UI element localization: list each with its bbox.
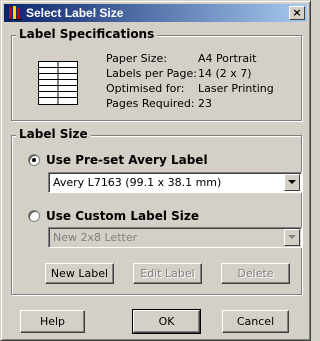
- labels-per-page-value: 14 (2 x 7): [198, 67, 252, 80]
- optimised-for-label: Optimised for:: [106, 82, 185, 95]
- edit-label-button[interactable]: Edit Label: [133, 263, 202, 284]
- ok-button[interactable]: OK: [132, 309, 201, 334]
- new-label-button[interactable]: New Label: [45, 263, 114, 284]
- avery-label-select-value: Avery L7163 (99.1 x 38.1 mm): [53, 176, 222, 189]
- custom-label-select-value: New 2x8 Letter: [53, 231, 138, 244]
- preset-avery-label[interactable]: Use Pre-set Avery Label: [46, 153, 208, 167]
- label-specifications-title: Label Specifications: [16, 27, 158, 41]
- window-title: Select Label Size: [26, 6, 124, 20]
- custom-label-select[interactable]: New 2x8 Letter: [48, 227, 302, 248]
- label-size-title: Label Size: [16, 127, 91, 141]
- title-bar[interactable]: Select Label Size ×: [4, 4, 307, 22]
- select-label-size-dialog: Select Label Size × Label Specifications…: [0, 0, 311, 341]
- chevron-down-icon[interactable]: [284, 229, 300, 246]
- optimised-for-value: Laser Printing: [198, 82, 274, 95]
- custom-size-radio[interactable]: [28, 210, 40, 222]
- labels-per-page-label: Labels per Page:: [106, 67, 198, 80]
- chevron-down-icon[interactable]: [284, 174, 300, 191]
- avery-label-select[interactable]: Avery L7163 (99.1 x 38.1 mm): [48, 172, 302, 193]
- label-specifications-group: Label Specifications Paper Size: A4 Port…: [11, 27, 302, 121]
- label-sheet-icon: [38, 61, 78, 105]
- cancel-button[interactable]: Cancel: [222, 310, 289, 333]
- help-button[interactable]: Help: [20, 310, 85, 333]
- delete-button[interactable]: Delete: [221, 263, 290, 284]
- label-size-group: Label Size Use Pre-set Avery Label Avery…: [11, 127, 302, 295]
- preset-avery-radio[interactable]: [28, 154, 40, 166]
- close-icon[interactable]: ×: [289, 6, 305, 20]
- pages-required-label: Pages Required:: [106, 97, 195, 110]
- app-icon: [8, 6, 22, 20]
- paper-size-label: Paper Size:: [106, 52, 167, 65]
- custom-size-label[interactable]: Use Custom Label Size: [46, 209, 199, 223]
- paper-size-value: A4 Portrait: [198, 52, 257, 65]
- pages-required-value: 23: [198, 97, 212, 110]
